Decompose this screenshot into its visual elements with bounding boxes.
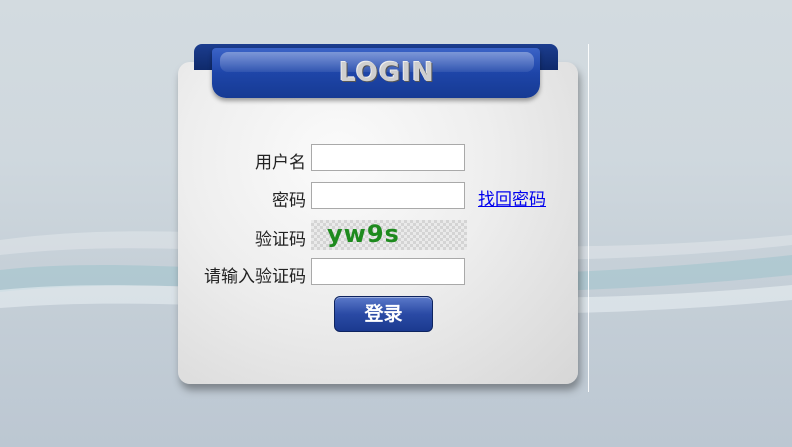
login-title: LOGIN [339,58,435,88]
login-button[interactable]: 登录 [334,296,433,332]
password-field[interactable] [311,182,465,209]
captcha-input-label: 请输入验证码 [204,267,306,287]
username-field[interactable] [311,144,465,171]
divider-line [588,44,589,392]
captcha-input[interactable] [311,258,465,285]
password-label: 密码 [272,191,306,211]
username-label: 用户名 [255,153,306,173]
captcha-image[interactable]: yw9s [311,220,467,250]
forgot-password-link[interactable]: 找回密码 [478,185,546,210]
captcha-text: yw9s [327,220,400,248]
captcha-label: 验证码 [255,230,306,250]
